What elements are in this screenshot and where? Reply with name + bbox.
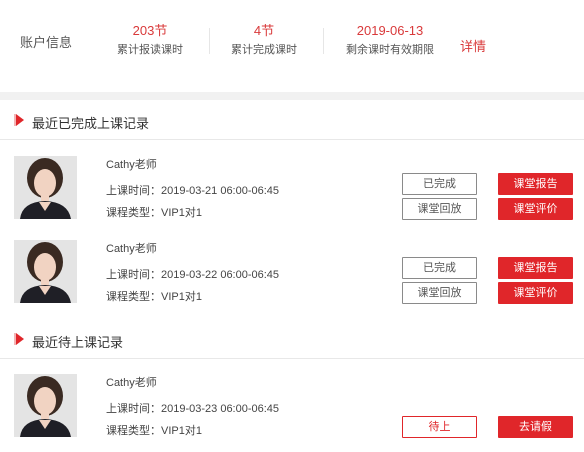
stat-enrolled-value: 203节	[132, 23, 168, 38]
account-title: 账户信息	[20, 35, 73, 50]
stat-completed-hours: 4节 累计完成课时	[226, 22, 302, 57]
class-time: 上课时间：2019-03-22 06:00-06:45	[106, 269, 280, 281]
red-arrow-icon	[14, 332, 24, 345]
red-arrow-icon	[14, 113, 24, 126]
stat-completed-label: 累计完成课时	[231, 44, 297, 56]
completed-section-title: 最近已完成上课记录	[32, 116, 150, 131]
class-report-button[interactable]: 课堂报告	[498, 257, 573, 279]
request-leave-button[interactable]: 去请假	[498, 416, 573, 438]
stat-completed-value: 4节	[253, 23, 275, 38]
detail-link[interactable]: 详情	[460, 36, 486, 55]
upcoming-section-header: 最近待上课记录	[0, 319, 584, 359]
completed-status-button[interactable]: 已完成	[402, 257, 477, 279]
record-row: Cathy老师 上课时间：2019-03-23 06:00-06:45 课程类型…	[0, 374, 584, 446]
stat-expiry-label: 剩余课时有效期限	[346, 44, 434, 56]
stat-divider	[323, 28, 324, 54]
course-type: 课程类型：VIP1对1	[106, 425, 202, 437]
teacher-name: Cathy老师	[106, 243, 157, 255]
teacher-avatar	[14, 240, 77, 303]
record-row: Cathy老师 上课时间：2019-03-21 06:00-06:45 课程类型…	[0, 156, 584, 228]
class-evaluate-button[interactable]: 课堂评价	[498, 282, 573, 304]
account-card: 账户信息 203节 累计报读课时 4节 累计完成课时 2019-06-13 剩余…	[0, 0, 584, 92]
record-row: Cathy老师 上课时间：2019-03-22 06:00-06:45 课程类型…	[0, 240, 584, 312]
course-type: 课程类型：VIP1对1	[106, 291, 202, 303]
stat-enrolled-label: 累计报读课时	[117, 44, 183, 56]
class-report-button[interactable]: 课堂报告	[498, 173, 573, 195]
teacher-avatar	[14, 374, 77, 437]
class-playback-button[interactable]: 课堂回放	[402, 198, 477, 220]
teacher-avatar	[14, 156, 77, 219]
teacher-name: Cathy老师	[106, 159, 157, 171]
stat-enrolled-hours: 203节 累计报读课时	[112, 22, 188, 57]
class-evaluate-button[interactable]: 课堂评价	[498, 198, 573, 220]
completed-status-button[interactable]: 已完成	[402, 173, 477, 195]
class-time: 上课时间：2019-03-21 06:00-06:45	[106, 185, 280, 197]
pending-status-button[interactable]: 待上	[402, 416, 477, 438]
stat-divider	[209, 28, 210, 54]
class-time: 上课时间：2019-03-23 06:00-06:45	[106, 403, 280, 415]
teacher-name: Cathy老师	[106, 377, 157, 389]
records-panel: 最近已完成上课记录 Cathy老师 上课时间：2019-03-21 06:00-…	[0, 100, 584, 452]
class-playback-button[interactable]: 课堂回放	[402, 282, 477, 304]
upcoming-section-title: 最近待上课记录	[32, 335, 124, 350]
course-type: 课程类型：VIP1对1	[106, 207, 202, 219]
stat-expiry: 2019-06-13 剩余课时有效期限	[344, 22, 436, 57]
stat-expiry-value: 2019-06-13	[356, 23, 424, 38]
completed-section-header: 最近已完成上课记录	[0, 100, 584, 140]
